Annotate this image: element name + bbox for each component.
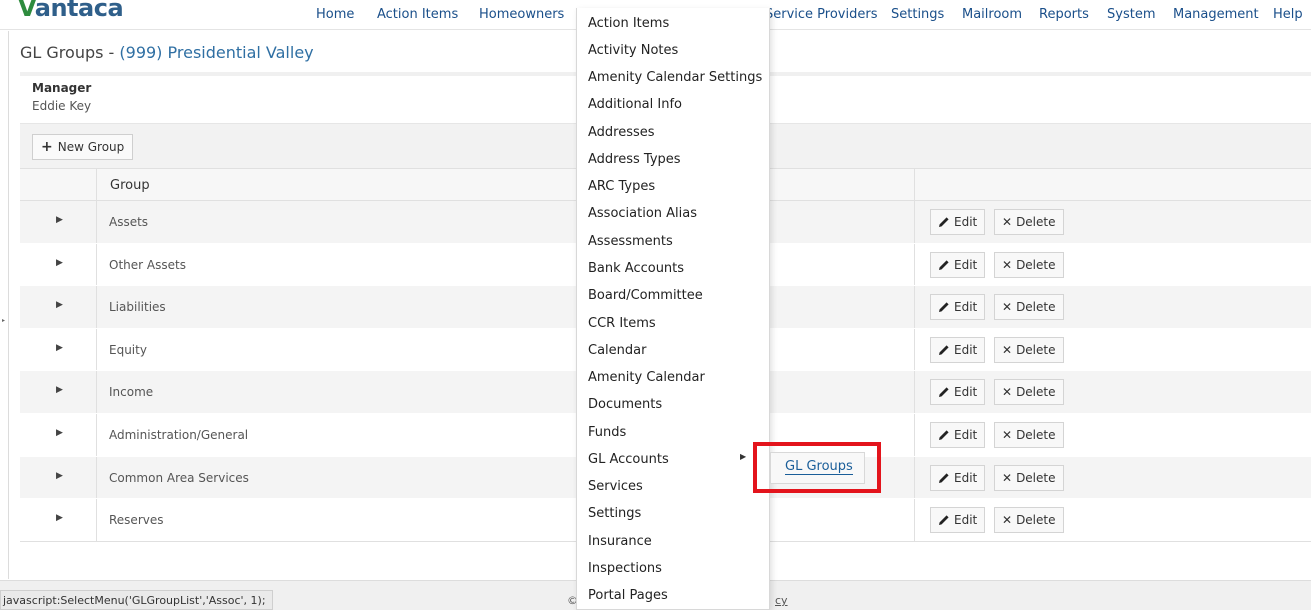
group-name: Other Assets — [109, 257, 186, 272]
pencil-icon — [939, 387, 949, 398]
edit-button[interactable]: Edit — [930, 421, 986, 448]
pencil-icon — [939, 430, 949, 440]
nav-mailroom[interactable]: Mailroom — [962, 7, 1022, 22]
menu-item[interactable]: Documents — [588, 397, 662, 412]
nav-action-items[interactable]: Action Items — [377, 7, 458, 22]
menu-item[interactable]: CCR Items — [588, 316, 656, 331]
pencil-icon — [939, 302, 949, 313]
browser-status-bar: javascript:SelectMenu('GLGroupList','Ass… — [0, 590, 273, 610]
menu-item[interactable]: Inspections — [588, 561, 662, 576]
manager-name: Eddie Key — [32, 99, 92, 113]
expand-arrow-icon[interactable]: ▶ — [56, 343, 63, 353]
group-name: Assets — [109, 215, 149, 229]
delete-button[interactable]: ✕ Delete — [994, 251, 1064, 278]
menu-item[interactable]: Amenity Calendar Settings — [588, 70, 762, 85]
close-icon: ✕ — [1002, 257, 1013, 272]
edit-button[interactable]: Edit — [930, 209, 986, 235]
menu-item[interactable]: Assessments — [588, 234, 673, 249]
group-name: Income — [109, 385, 154, 400]
submenu-arrow-icon: ▶ — [740, 452, 747, 461]
nav-home[interactable]: Home — [316, 7, 354, 22]
page-title: GL Groups - (999) Presidential Valley — [20, 43, 314, 62]
menu-item[interactable]: Funds — [588, 425, 626, 440]
close-icon: ✕ — [1002, 300, 1013, 315]
close-icon: ✕ — [1002, 470, 1013, 485]
expand-arrow-icon[interactable]: ▶ — [56, 300, 63, 310]
group-name: Common Area Services — [109, 470, 249, 485]
menu-item[interactable]: Insurance — [588, 534, 652, 549]
menu-item[interactable]: Board/Committee — [588, 288, 703, 303]
menu-item[interactable]: Additional Info — [588, 97, 682, 112]
delete-button[interactable]: ✕ Delete — [994, 421, 1064, 448]
menu-item[interactable]: Settings — [588, 506, 641, 521]
expand-arrow-icon[interactable]: ▶ — [56, 513, 63, 523]
association-dropdown-menu: Action Items Activity Notes Amenity Calend… — [576, 8, 770, 610]
edit-button[interactable]: Edit — [930, 336, 986, 363]
menu-item[interactable]: Amenity Calendar — [588, 370, 705, 385]
delete-button[interactable]: ✕ Delete — [994, 464, 1064, 491]
menu-item[interactable]: GL Accounts — [588, 452, 669, 467]
nav-system[interactable]: System — [1107, 7, 1155, 22]
expand-arrow-icon[interactable]: ▶ — [56, 385, 63, 395]
plus-icon: + — [41, 139, 53, 155]
nav-management[interactable]: Management — [1173, 7, 1259, 22]
edit-button[interactable]: Edit — [930, 251, 986, 278]
new-group-button[interactable]: + New Group — [32, 134, 134, 160]
edit-button[interactable]: Edit — [930, 464, 986, 491]
nav-service-providers[interactable]: Service Providers — [765, 7, 877, 22]
manager-label: Manager — [32, 81, 92, 95]
pencil-icon — [939, 345, 949, 355]
group-name: Liabilities — [109, 300, 166, 315]
nav-settings[interactable]: Settings — [891, 7, 944, 22]
gl-accounts-submenu: GL Groups — [770, 452, 865, 484]
menu-item[interactable]: Addresses — [588, 125, 655, 140]
pencil-icon — [939, 472, 949, 483]
close-icon: ✕ — [1002, 513, 1013, 528]
group-name: Equity — [109, 342, 147, 357]
menu-item[interactable]: Portal Pages — [588, 588, 668, 603]
close-icon: ✕ — [1002, 427, 1013, 442]
edit-button[interactable]: Edit — [930, 379, 986, 406]
expand-arrow-icon[interactable]: ▶ — [56, 215, 63, 225]
nav-help[interactable]: Help — [1273, 7, 1303, 22]
close-icon: ✕ — [1002, 385, 1013, 400]
delete-button[interactable]: ✕ Delete — [994, 507, 1064, 534]
association-link[interactable]: (999) Presidential Valley — [119, 43, 313, 62]
group-name: Administration/General — [109, 427, 249, 442]
vantaca-logo[interactable]: Vantaca — [18, 0, 124, 22]
column-header-group: Group — [110, 178, 150, 193]
menu-item[interactable]: Calendar — [588, 343, 646, 358]
pencil-icon — [939, 259, 949, 270]
pencil-icon — [939, 217, 949, 227]
nav-homeowners[interactable]: Homeowners — [479, 7, 564, 22]
expand-arrow-icon[interactable]: ▶ — [56, 428, 63, 438]
close-icon: ✕ — [1002, 215, 1013, 229]
menu-item[interactable]: Action Items — [588, 16, 669, 31]
menu-item[interactable]: Bank Accounts — [588, 261, 684, 276]
collapse-caret-icon[interactable]: ▸ — [2, 317, 5, 324]
menu-item[interactable]: Services — [588, 479, 643, 494]
group-name: Reserves — [109, 513, 164, 528]
delete-button[interactable]: ✕ Delete — [994, 379, 1064, 406]
menu-item[interactable]: Activity Notes — [588, 43, 678, 58]
menu-item[interactable]: Association Alias — [588, 206, 697, 221]
edit-button[interactable]: Edit — [930, 507, 986, 534]
submenu-item-gl-groups[interactable]: GL Groups — [785, 459, 853, 475]
menu-item[interactable]: ARC Types — [588, 179, 655, 194]
edit-button[interactable]: Edit — [930, 294, 986, 321]
delete-button[interactable]: ✕ Delete — [994, 209, 1064, 235]
delete-button[interactable]: ✕ Delete — [994, 336, 1064, 363]
pencil-icon — [939, 515, 949, 526]
expand-arrow-icon[interactable]: ▶ — [56, 258, 63, 268]
delete-button[interactable]: ✕ Delete — [994, 294, 1064, 321]
expand-arrow-icon[interactable]: ▶ — [56, 471, 63, 481]
footer-privacy-link[interactable]: cy — [775, 594, 788, 607]
close-icon: ✕ — [1002, 342, 1013, 357]
menu-item[interactable]: Address Types — [588, 152, 681, 167]
nav-reports[interactable]: Reports — [1039, 7, 1089, 22]
